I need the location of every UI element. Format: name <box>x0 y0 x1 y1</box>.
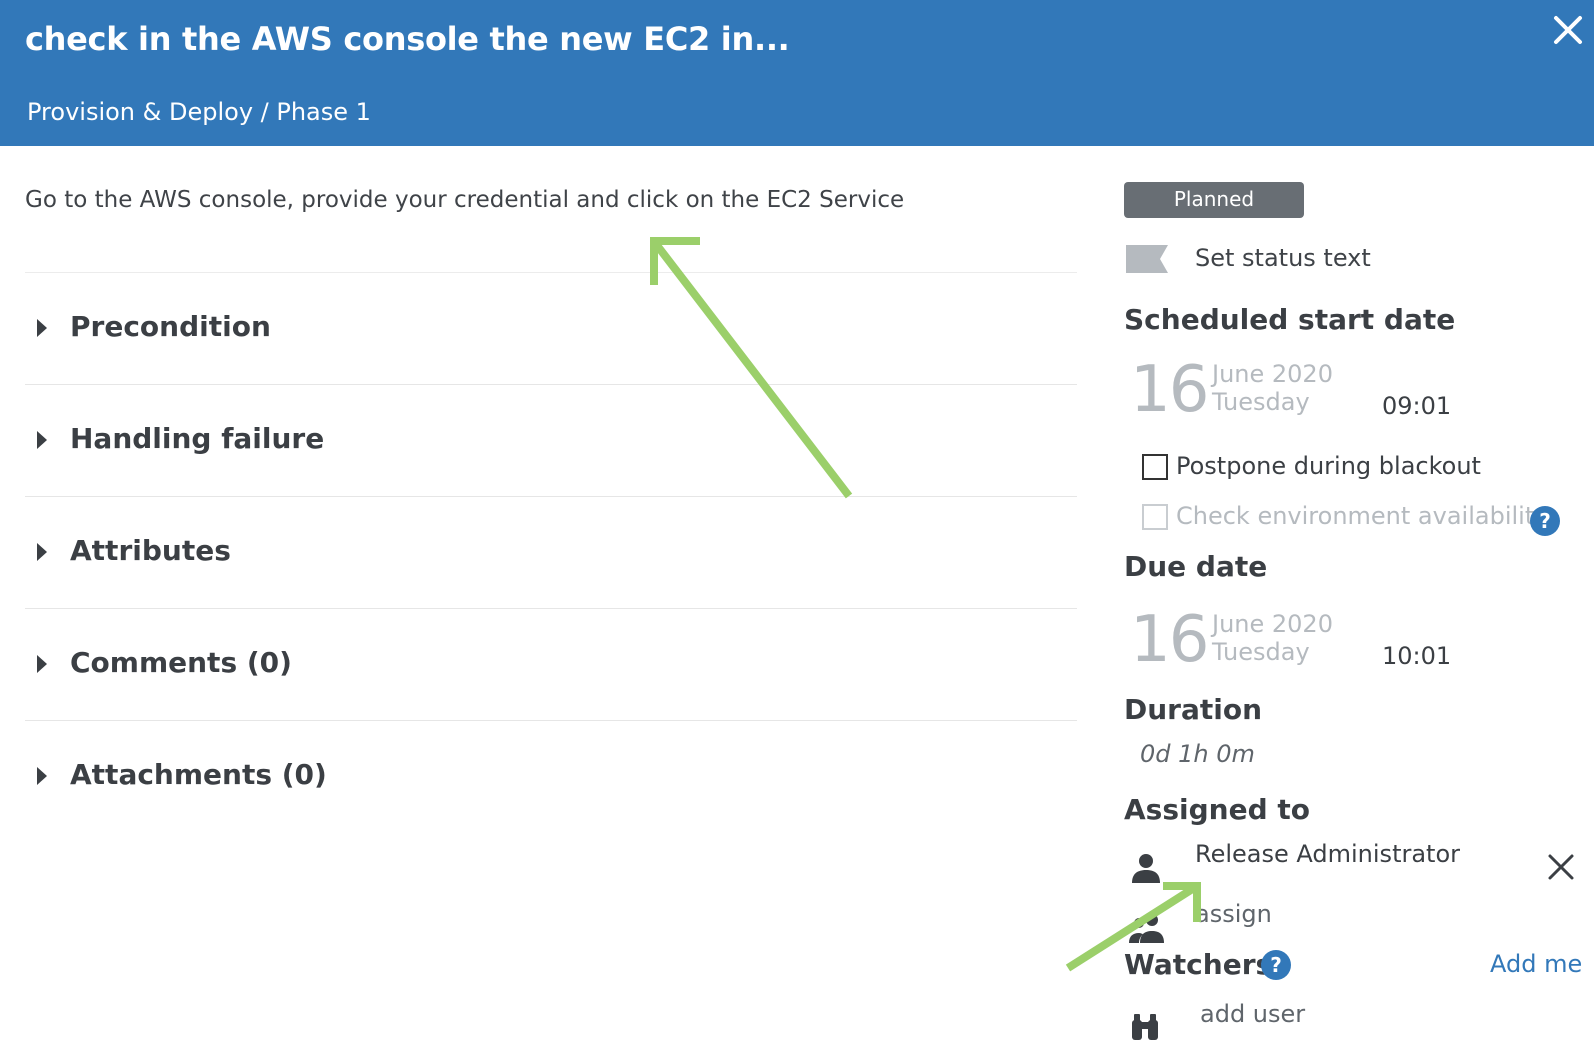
due-day: 16 <box>1130 603 1209 677</box>
add-user-link[interactable]: add user <box>1200 1000 1305 1028</box>
due-month-year: June 2020 <box>1212 610 1333 638</box>
task-title[interactable]: check in the AWS console the new EC2 in.… <box>25 20 790 58</box>
due-date[interactable]: 16 June 2020 Tuesday 10:01 <box>1130 608 1470 678</box>
add-me-link[interactable]: Add me <box>1490 950 1582 978</box>
team-icon <box>1129 914 1164 943</box>
help-icon[interactable]: ? <box>1530 506 1560 536</box>
due-date-heading: Due date <box>1124 550 1268 583</box>
caret-right-icon <box>37 543 47 561</box>
task-sections: Precondition Handling failure Attributes… <box>25 272 1077 832</box>
annotation-arrow-head <box>1163 882 1201 922</box>
section-comments[interactable]: Comments (0) <box>25 608 1077 720</box>
start-day: 16 <box>1130 353 1209 427</box>
remove-assignee-icon[interactable] <box>1546 852 1576 882</box>
scheduled-start-heading: Scheduled start date <box>1124 303 1456 336</box>
binoculars-icon <box>1132 1014 1158 1040</box>
section-label: Comments (0) <box>70 646 292 679</box>
assignee-name: Release Administrator <box>1195 840 1461 868</box>
caret-right-icon <box>37 431 47 449</box>
assign-link[interactable]: assign <box>1195 900 1272 928</box>
duration-value[interactable]: 0d 1h 0m <box>1140 740 1255 768</box>
due-time[interactable]: 10:01 <box>1382 642 1451 670</box>
task-description[interactable]: Go to the AWS console, provide your cred… <box>25 187 904 213</box>
person-icon <box>1132 854 1160 883</box>
check-environment-label: Check environment availability <box>1176 502 1549 530</box>
breadcrumb: Provision & Deploy / Phase 1 <box>27 98 371 126</box>
flag-icon[interactable] <box>1126 245 1168 273</box>
watchers-heading: Watchers <box>1124 948 1273 981</box>
scheduled-start-date[interactable]: 16 June 2020 Tuesday 09:01 <box>1130 358 1470 428</box>
start-month-year: June 2020 <box>1212 360 1333 388</box>
caret-right-icon <box>37 319 47 337</box>
set-status-text-link[interactable]: Set status text <box>1195 244 1371 272</box>
section-attributes[interactable]: Attributes <box>25 496 1077 608</box>
section-attachments[interactable]: Attachments (0) <box>25 720 1077 832</box>
postpone-blackout-checkbox[interactable] <box>1142 454 1168 480</box>
section-label: Precondition <box>70 310 271 343</box>
due-weekday: Tuesday <box>1212 638 1310 666</box>
duration-heading: Duration <box>1124 693 1263 726</box>
postpone-blackout-label: Postpone during blackout <box>1176 452 1481 480</box>
check-environment-checkbox <box>1142 504 1168 530</box>
close-icon[interactable] <box>1548 10 1588 50</box>
caret-right-icon <box>37 767 47 785</box>
help-icon[interactable]: ? <box>1261 950 1291 980</box>
start-weekday: Tuesday <box>1212 388 1310 416</box>
assigned-to-heading: Assigned to <box>1124 793 1310 826</box>
section-label: Attachments (0) <box>70 758 327 791</box>
status-badge: Planned <box>1124 182 1304 218</box>
section-label: Attributes <box>70 534 231 567</box>
caret-right-icon <box>37 655 47 673</box>
task-header: check in the AWS console the new EC2 in.… <box>0 0 1594 146</box>
section-label: Handling failure <box>70 422 325 455</box>
section-handling-failure[interactable]: Handling failure <box>25 384 1077 496</box>
section-precondition[interactable]: Precondition <box>25 272 1077 384</box>
start-time[interactable]: 09:01 <box>1382 392 1451 420</box>
